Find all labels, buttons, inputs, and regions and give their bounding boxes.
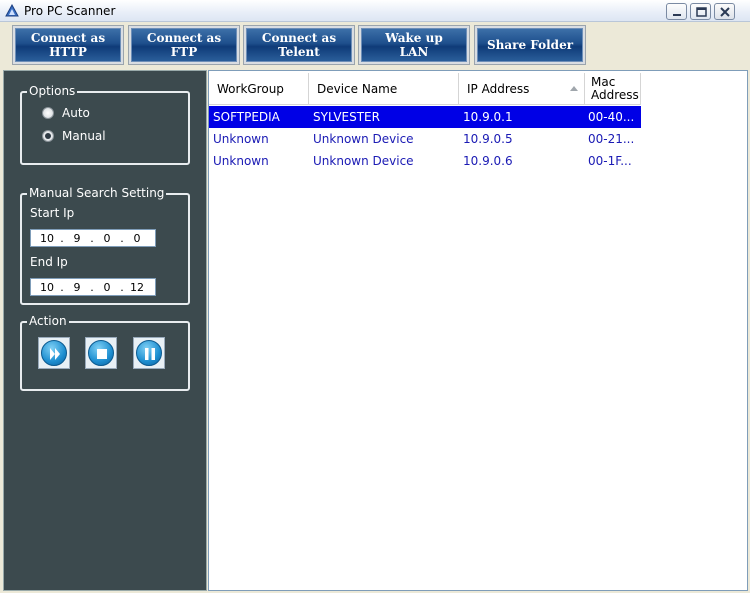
end-ip-label: End Ip: [30, 255, 68, 269]
left-panel: Options Auto Manual Manual Search Settin…: [3, 70, 207, 591]
end-ip-octet-4[interactable]: 12: [127, 281, 147, 294]
connect-telnet-button[interactable]: Connect as Telent: [243, 25, 355, 65]
auto-radio-row[interactable]: Auto: [42, 106, 90, 120]
stop-scan-button[interactable]: [85, 337, 117, 369]
start-ip-octet-2[interactable]: 9: [67, 232, 87, 245]
manual-search-group: Manual Search Setting Start Ip 10. 9. 0.…: [20, 186, 190, 305]
start-ip-octet-1[interactable]: 10: [37, 232, 57, 245]
window-title: Pro PC Scanner: [24, 4, 116, 18]
minimize-icon: [673, 14, 681, 16]
options-group: Options Auto Manual: [20, 84, 190, 165]
connect-ftp-button[interactable]: Connect as FTP: [128, 25, 240, 65]
cell-workgroup: SOFTPEDIA: [213, 110, 280, 124]
cell-device-name: SYLVESTER: [313, 110, 380, 124]
play-icon: [50, 348, 60, 360]
stop-icon: [97, 349, 107, 359]
toolbar: Connect as HTTP Connect as FTP Connect as T…: [0, 22, 750, 70]
table-row[interactable]: Unknown Unknown Device 10.9.0.5 00-21...: [209, 128, 641, 150]
app-icon: [5, 4, 19, 17]
cell-device-name: Unknown Device: [313, 132, 414, 146]
cell-mac-address: 00-1F...: [588, 154, 632, 168]
close-button[interactable]: [714, 3, 735, 20]
start-scan-button[interactable]: [38, 337, 70, 369]
manual-radio[interactable]: [42, 130, 54, 142]
table-row[interactable]: SOFTPEDIA SYLVESTER 10.9.0.1 00-40...: [209, 106, 641, 128]
share-folder-button[interactable]: Share Folder: [474, 25, 586, 65]
start-ip-label: Start Ip: [30, 206, 75, 220]
cell-workgroup: Unknown: [213, 154, 269, 168]
wake-on-lan-button[interactable]: Wake up LAN: [358, 25, 470, 65]
share-folder-label: Share Folder: [486, 38, 574, 52]
action-group-label: Action: [27, 314, 69, 328]
start-ip-field[interactable]: 10. 9. 0. 0: [30, 229, 156, 247]
end-ip-octet-2[interactable]: 9: [67, 281, 87, 294]
column-header-mac-label-2: Address: [591, 88, 639, 102]
pause-icon: [145, 348, 155, 360]
start-ip-octet-3[interactable]: 0: [97, 232, 117, 245]
start-ip-octet-4[interactable]: 0: [127, 232, 147, 245]
wake-on-lan-label-1: Wake up: [385, 31, 443, 45]
auto-radio-label: Auto: [62, 106, 90, 120]
end-ip-field[interactable]: 10. 9. 0. 12: [30, 278, 156, 296]
connect-telnet-label-1: Connect as: [261, 31, 337, 45]
column-header-workgroup[interactable]: WorkGroup: [209, 73, 309, 105]
end-ip-octet-1[interactable]: 10: [37, 281, 57, 294]
maximize-icon: [696, 7, 707, 17]
end-ip-octet-3[interactable]: 0: [97, 281, 117, 294]
cell-ip-address: 10.9.0.1: [463, 110, 513, 124]
cell-device-name: Unknown Device: [313, 154, 414, 168]
manual-search-group-label: Manual Search Setting: [27, 186, 167, 200]
column-header-device-name-label: Device Name: [317, 82, 398, 96]
cell-ip-address: 10.9.0.5: [463, 132, 513, 146]
sort-ascending-icon: [570, 86, 578, 91]
column-header-mac-address[interactable]: Mac Address: [585, 73, 641, 105]
manual-radio-row[interactable]: Manual: [42, 129, 106, 143]
column-header-ip-address-label: IP Address: [467, 82, 530, 96]
column-header-workgroup-label: WorkGroup: [217, 82, 284, 96]
connect-ftp-label-2: FTP: [170, 45, 198, 59]
connect-http-label-2: HTTP: [49, 45, 87, 59]
cell-ip-address: 10.9.0.6: [463, 154, 513, 168]
list-header: WorkGroup Device Name IP Address Mac Addr…: [209, 73, 641, 105]
connect-telnet-label-2: Telent: [278, 45, 320, 59]
wake-on-lan-label-2: LAN: [399, 45, 429, 59]
connect-http-button[interactable]: Connect as HTTP: [12, 25, 124, 65]
action-group: Action: [20, 314, 190, 391]
maximize-button[interactable]: [690, 3, 711, 20]
table-row[interactable]: Unknown Unknown Device 10.9.0.6 00-1F...: [209, 150, 641, 172]
minimize-button[interactable]: [666, 3, 687, 20]
column-header-ip-address[interactable]: IP Address: [459, 73, 585, 105]
manual-radio-label: Manual: [62, 129, 106, 143]
cell-workgroup: Unknown: [213, 132, 269, 146]
title-bar: Pro PC Scanner: [0, 0, 750, 22]
auto-radio[interactable]: [42, 107, 54, 119]
close-icon: [720, 7, 730, 17]
connect-http-label-1: Connect as: [30, 31, 106, 45]
cell-mac-address: 00-21...: [588, 132, 635, 146]
connect-ftp-label-1: Connect as: [146, 31, 222, 45]
pause-scan-button[interactable]: [133, 337, 165, 369]
device-list[interactable]: WorkGroup Device Name IP Address Mac Addr…: [208, 70, 748, 591]
cell-mac-address: 00-40...: [588, 110, 635, 124]
column-header-device-name[interactable]: Device Name: [309, 73, 459, 105]
options-group-label: Options: [27, 84, 78, 98]
